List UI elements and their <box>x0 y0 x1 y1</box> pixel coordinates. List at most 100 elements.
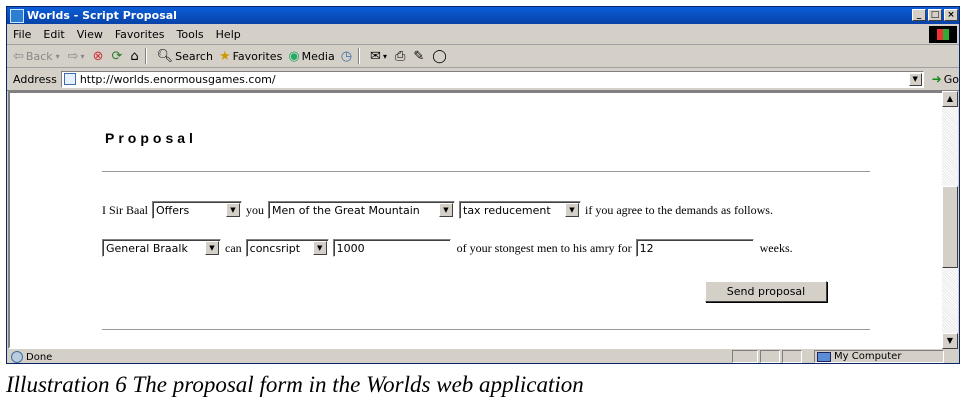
proposal-line-1: I Sir Baal Offers ▼ you Men of the Great … <box>102 201 773 219</box>
scroll-thumb[interactable] <box>942 186 958 268</box>
divider <box>102 171 870 172</box>
menu-view[interactable]: View <box>71 28 109 41</box>
prefix-text: I Sir Baal <box>102 202 148 217</box>
toolbar-separator <box>358 48 361 64</box>
weeks-text: weeks. <box>759 240 793 255</box>
title-bar: Worlds - Script Proposal _ □ × <box>7 7 959 24</box>
page-icon <box>63 73 76 85</box>
vertical-scrollbar[interactable]: ▲ ▼ <box>942 91 958 349</box>
print-icon: ⎙ <box>394 48 406 64</box>
ie-icon <box>10 8 24 23</box>
status-pane <box>760 350 780 363</box>
dropdown-icon: ▾ <box>80 51 85 61</box>
zone-text: My Computer <box>834 351 902 362</box>
suffix-text: if you agree to the demands as follows. <box>585 202 773 217</box>
discuss-button[interactable]: ◯ <box>432 49 449 64</box>
home-icon: ⌂ <box>130 48 139 64</box>
middle-text: of your stongest men to his amry for <box>456 240 632 255</box>
windows-logo-icon <box>929 26 957 43</box>
home-button[interactable]: ⌂ <box>130 49 140 64</box>
page-content: Proposal I Sir Baal Offers ▼ you Men of t… <box>8 91 944 349</box>
forward-arrow-icon: ⇨ <box>67 48 79 64</box>
history-button[interactable]: ◷ <box>341 49 354 64</box>
history-icon: ◷ <box>340 48 353 64</box>
status-panes <box>732 350 804 363</box>
page-done-icon <box>11 351 23 363</box>
chevron-down-icon: ▼ <box>439 203 453 217</box>
toolbar-separator <box>144 48 147 64</box>
search-label: Search <box>175 49 213 63</box>
back-button[interactable]: ⇦ Back ▾ <box>13 49 62 64</box>
scroll-up-button[interactable]: ▲ <box>942 91 958 107</box>
duration-input[interactable]: 12 <box>635 239 754 257</box>
can-text: can <box>225 240 242 255</box>
dropdown-icon: ▾ <box>55 51 60 61</box>
print-button[interactable]: ⎙ <box>395 49 407 64</box>
menu-bar: File Edit View Favorites Tools Help <box>7 25 959 45</box>
media-label: Media <box>301 49 335 63</box>
mail-icon: ✉ <box>370 48 381 64</box>
address-bar: Address http://worlds.enormousgames.com/… <box>7 68 959 91</box>
amount-input[interactable]: 1000 <box>332 239 451 257</box>
status-bar: Done My Computer <box>7 350 959 363</box>
offer-select[interactable]: tax reducement ▼ <box>459 201 581 219</box>
edit-icon: ✎ <box>413 48 425 64</box>
address-label: Address <box>13 72 57 86</box>
menu-edit[interactable]: Edit <box>37 28 70 41</box>
divider <box>102 329 870 330</box>
back-label: Back <box>25 49 53 63</box>
menu-help[interactable]: Help <box>210 28 247 41</box>
action-select[interactable]: Offers ▼ <box>152 201 242 219</box>
action-value: Offers <box>156 203 190 217</box>
mail-button[interactable]: ✉ ▾ <box>370 49 389 64</box>
page-heading: Proposal <box>105 130 197 146</box>
status-pane <box>782 350 802 363</box>
menu-file[interactable]: File <box>7 28 37 41</box>
you-text: you <box>246 202 264 217</box>
edit-button[interactable]: ✎ <box>413 49 426 64</box>
send-proposal-button[interactable]: Send proposal <box>705 281 827 302</box>
forward-button[interactable]: ⇨ ▾ <box>68 49 87 64</box>
verb-value: concsript <box>249 241 301 255</box>
go-button[interactable]: ➜ Go <box>932 72 959 86</box>
computer-icon <box>817 351 831 362</box>
proposal-line-2: General Braalk ▼ can concsript ▼ 1000 of y… <box>102 239 793 257</box>
verb-select[interactable]: concsript ▼ <box>245 239 329 257</box>
search-icon: 🔍︎ <box>156 48 174 64</box>
address-dropdown-button[interactable]: ▼ <box>908 72 922 86</box>
media-icon: ◉ <box>288 48 300 64</box>
discuss-icon: ◯ <box>432 48 447 64</box>
favorites-button[interactable]: ★ Favorites <box>219 49 282 64</box>
close-button[interactable]: × <box>944 9 958 21</box>
scroll-down-button[interactable]: ▼ <box>942 333 958 349</box>
target-select[interactable]: Men of the Great Mountain ▼ <box>268 201 455 219</box>
address-url: http://worlds.enormousgames.com/ <box>79 72 276 86</box>
back-arrow-icon: ⇦ <box>13 48 24 64</box>
chevron-down-icon: ▼ <box>226 203 240 217</box>
offer-value: tax reducement <box>463 203 551 217</box>
target-value: Men of the Great Mountain <box>272 203 420 217</box>
toolbar: ⇦ Back ▾ ⇨ ▾ ⊗ ⟳ ⌂ 🔍︎ Search ★ Favorites ◉ Med… <box>7 45 959 68</box>
maximize-button[interactable]: □ <box>928 9 942 21</box>
status-pane <box>732 350 758 363</box>
window-title: Worlds - Script Proposal <box>27 9 177 22</box>
security-zone: My Computer <box>814 350 944 363</box>
refresh-button[interactable]: ⟳ <box>111 49 124 64</box>
address-input[interactable]: http://worlds.enormousgames.com/ ▼ <box>60 70 924 88</box>
go-arrow-icon: ➜ <box>931 72 942 86</box>
dropdown-icon: ▾ <box>382 51 387 61</box>
browser-window: Worlds - Script Proposal _ □ × File Edit… <box>6 6 960 364</box>
status-text: Done <box>26 351 53 363</box>
chevron-down-icon: ▼ <box>565 203 579 217</box>
stop-icon: ⊗ <box>92 48 104 64</box>
who-value: General Braalk <box>106 241 188 255</box>
media-button[interactable]: ◉ Media <box>288 49 334 64</box>
chevron-down-icon: ▼ <box>205 241 219 255</box>
stop-button[interactable]: ⊗ <box>93 49 106 64</box>
who-select[interactable]: General Braalk ▼ <box>102 239 221 257</box>
refresh-icon: ⟳ <box>111 48 123 64</box>
menu-favorites[interactable]: Favorites <box>109 28 171 41</box>
minimize-button[interactable]: _ <box>912 9 926 21</box>
menu-tools[interactable]: Tools <box>171 28 210 41</box>
search-button[interactable]: 🔍︎ Search <box>157 49 213 64</box>
